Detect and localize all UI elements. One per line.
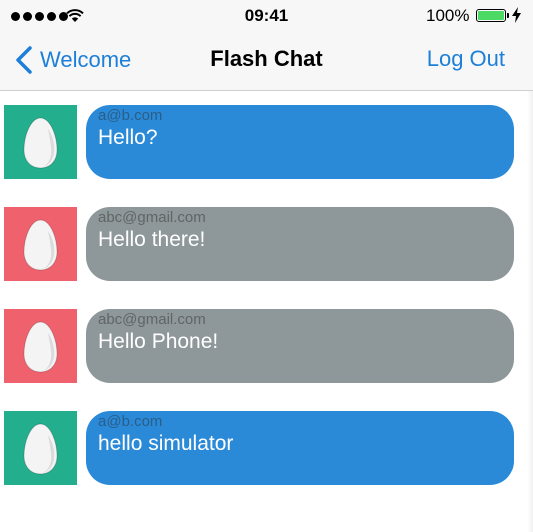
egg-icon bbox=[23, 321, 58, 373]
status-bar: 09:41 100% bbox=[0, 0, 533, 32]
charging-bolt-icon bbox=[512, 7, 521, 23]
logout-button[interactable]: Log Out bbox=[427, 46, 505, 72]
message-sender: abc@gmail.com bbox=[98, 311, 206, 328]
egg-icon bbox=[23, 219, 58, 271]
message-row: abc@gmail.com Hello there! bbox=[0, 193, 533, 281]
message-text: Hello there! bbox=[98, 228, 206, 251]
message-row: a@b.com hello simulator bbox=[0, 397, 533, 485]
avatar bbox=[4, 309, 77, 383]
avatar bbox=[4, 105, 77, 179]
battery-icon bbox=[476, 9, 506, 22]
message-sender: a@b.com bbox=[98, 413, 163, 430]
message-row: a@b.com Hello? bbox=[0, 91, 533, 179]
battery-tip bbox=[507, 13, 509, 18]
message-bubble: abc@gmail.com Hello Phone! bbox=[86, 309, 514, 383]
message-text: hello simulator bbox=[98, 432, 234, 455]
message-bubble: a@b.com Hello? bbox=[86, 105, 514, 179]
chat-screen: 09:41 100% Welcome Flash Chat Log Out a@… bbox=[0, 0, 533, 532]
message-row: abc@gmail.com Hello Phone! bbox=[0, 295, 533, 383]
message-bubble: abc@gmail.com Hello there! bbox=[86, 207, 514, 281]
message-bubble: a@b.com hello simulator bbox=[86, 411, 514, 485]
egg-icon bbox=[23, 117, 58, 169]
message-text: Hello? bbox=[98, 126, 158, 149]
message-sender: abc@gmail.com bbox=[98, 209, 206, 226]
scroll-edge bbox=[527, 91, 533, 532]
avatar bbox=[4, 207, 77, 281]
navigation-bar: Welcome Flash Chat Log Out bbox=[0, 32, 533, 91]
battery-percentage: 100% bbox=[426, 6, 470, 25]
message-sender: a@b.com bbox=[98, 107, 163, 124]
message-list[interactable]: a@b.com Hello? abc@gmail.com Hello there… bbox=[0, 91, 533, 532]
message-text: Hello Phone! bbox=[98, 330, 219, 353]
egg-icon bbox=[23, 423, 58, 475]
battery-fill bbox=[478, 11, 504, 20]
avatar bbox=[4, 411, 77, 485]
